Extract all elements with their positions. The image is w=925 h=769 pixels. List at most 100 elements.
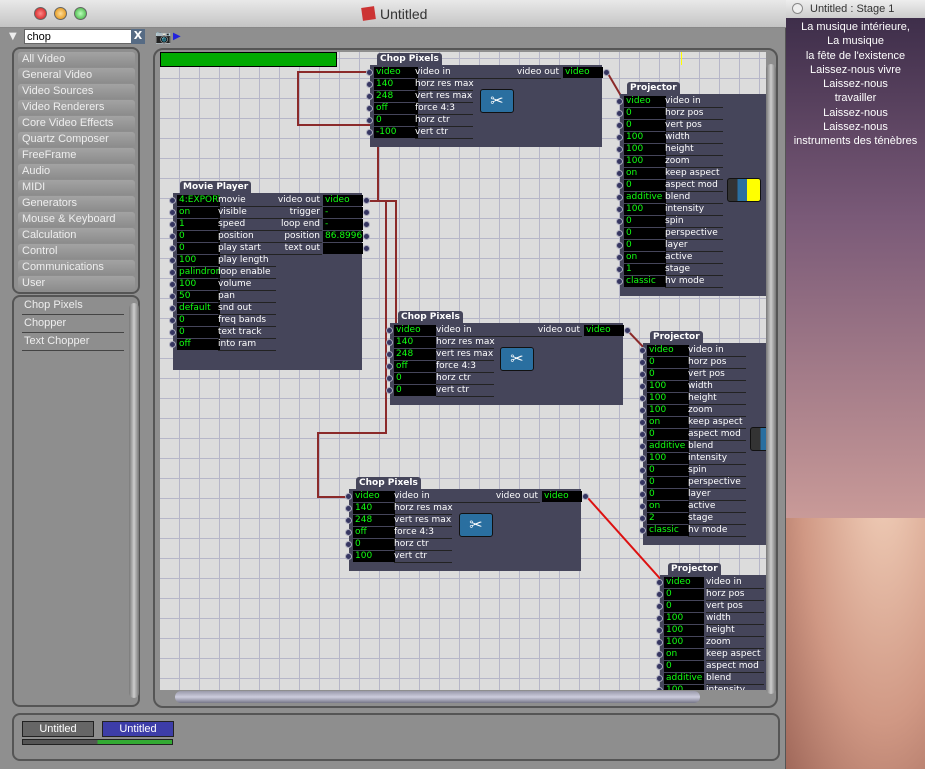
input-value[interactable]: 0 bbox=[664, 601, 704, 612]
output-port[interactable] bbox=[603, 69, 610, 76]
input-port[interactable] bbox=[639, 503, 646, 510]
input-port[interactable] bbox=[616, 194, 623, 201]
input-value[interactable]: 140 bbox=[394, 337, 436, 348]
output-port[interactable] bbox=[363, 221, 370, 228]
input-port[interactable] bbox=[386, 351, 393, 358]
input-port[interactable] bbox=[656, 579, 663, 586]
input-port[interactable] bbox=[616, 170, 623, 177]
category-item[interactable]: Quartz Composer bbox=[18, 132, 135, 147]
input-value[interactable]: video bbox=[664, 577, 704, 588]
input-value[interactable]: 100 bbox=[624, 132, 666, 143]
input-value[interactable]: 100 bbox=[624, 156, 666, 167]
play-arrow-icon[interactable]: ▶ bbox=[173, 31, 181, 42]
input-value[interactable]: 100 bbox=[664, 625, 704, 636]
input-port[interactable] bbox=[366, 105, 373, 112]
input-port[interactable] bbox=[386, 387, 393, 394]
horizontal-scrollbar[interactable] bbox=[175, 691, 700, 703]
scene-tab[interactable]: Untitled bbox=[22, 721, 94, 737]
input-port[interactable] bbox=[169, 257, 176, 264]
input-value[interactable]: additive bbox=[664, 673, 704, 684]
input-value[interactable]: off bbox=[374, 103, 418, 114]
category-item[interactable]: Control bbox=[18, 244, 135, 259]
input-value[interactable]: 100 bbox=[624, 144, 666, 155]
input-value[interactable]: 0 bbox=[624, 108, 666, 119]
minimize-button[interactable] bbox=[54, 7, 67, 20]
input-port[interactable] bbox=[656, 687, 663, 690]
result-item[interactable]: Chop Pixels bbox=[22, 299, 124, 315]
input-value[interactable]: 248 bbox=[394, 349, 436, 360]
input-value[interactable]: on bbox=[624, 168, 666, 179]
input-port[interactable] bbox=[616, 110, 623, 117]
input-value[interactable]: 100 bbox=[624, 204, 666, 215]
input-port[interactable] bbox=[656, 603, 663, 610]
input-port[interactable] bbox=[616, 278, 623, 285]
input-value[interactable]: 0 bbox=[624, 180, 666, 191]
input-value[interactable]: 0 bbox=[647, 357, 689, 368]
input-port[interactable] bbox=[366, 117, 373, 124]
input-port[interactable] bbox=[169, 317, 176, 324]
stage-close-button[interactable] bbox=[792, 3, 803, 14]
input-value[interactable]: 50 bbox=[177, 291, 220, 302]
input-port[interactable] bbox=[639, 431, 646, 438]
input-value[interactable]: 248 bbox=[353, 515, 395, 526]
output-port[interactable] bbox=[363, 209, 370, 216]
patch-cable[interactable] bbox=[367, 200, 397, 331]
input-value[interactable]: 1 bbox=[177, 219, 220, 230]
input-value[interactable]: 100 bbox=[647, 453, 689, 464]
input-port[interactable] bbox=[169, 197, 176, 204]
input-port[interactable] bbox=[345, 493, 352, 500]
input-port[interactable] bbox=[616, 98, 623, 105]
input-port[interactable] bbox=[639, 383, 646, 390]
category-item[interactable]: Calculation bbox=[18, 228, 135, 243]
input-port[interactable] bbox=[169, 245, 176, 252]
input-port[interactable] bbox=[345, 553, 352, 560]
input-value[interactable]: 100 bbox=[353, 551, 395, 562]
input-value[interactable]: default bbox=[177, 303, 220, 314]
input-port[interactable] bbox=[345, 517, 352, 524]
input-port[interactable] bbox=[656, 663, 663, 670]
input-value[interactable]: on bbox=[664, 649, 704, 660]
input-port[interactable] bbox=[386, 363, 393, 370]
input-value[interactable]: 0 bbox=[177, 243, 220, 254]
input-value[interactable]: 100 bbox=[177, 255, 220, 266]
zoom-button[interactable] bbox=[74, 7, 87, 20]
category-item[interactable]: Video Renderers bbox=[18, 100, 135, 115]
input-value[interactable]: 0 bbox=[647, 465, 689, 476]
disclosure-triangle-icon[interactable]: ▼ bbox=[9, 31, 17, 42]
input-value[interactable]: 0 bbox=[177, 315, 220, 326]
input-port[interactable] bbox=[656, 639, 663, 646]
category-item[interactable]: User bbox=[18, 276, 135, 291]
input-port[interactable] bbox=[639, 491, 646, 498]
input-value[interactable]: 0 bbox=[353, 539, 395, 550]
search-input[interactable] bbox=[24, 29, 132, 44]
input-value[interactable]: 140 bbox=[374, 79, 418, 90]
scene-tab[interactable]: Untitled bbox=[102, 721, 174, 737]
input-value[interactable]: 0 bbox=[394, 373, 436, 384]
input-value[interactable]: video bbox=[353, 491, 395, 502]
input-value[interactable]: additive bbox=[624, 192, 666, 203]
input-port[interactable] bbox=[639, 455, 646, 462]
patch-cable[interactable] bbox=[297, 71, 379, 202]
input-value[interactable]: 100 bbox=[664, 637, 704, 648]
input-value[interactable]: 0 bbox=[664, 589, 704, 600]
category-item[interactable]: MIDI bbox=[18, 180, 135, 195]
input-value[interactable]: 100 bbox=[664, 613, 704, 624]
input-value[interactable]: 0 bbox=[624, 240, 666, 251]
input-port[interactable] bbox=[169, 305, 176, 312]
input-port[interactable] bbox=[169, 329, 176, 336]
input-value[interactable]: video bbox=[647, 345, 689, 356]
input-port[interactable] bbox=[366, 69, 373, 76]
input-port[interactable] bbox=[656, 675, 663, 682]
input-port[interactable] bbox=[169, 293, 176, 300]
input-value[interactable]: 100 bbox=[664, 685, 704, 690]
input-port[interactable] bbox=[616, 218, 623, 225]
input-value[interactable]: 0 bbox=[177, 231, 220, 242]
result-item[interactable]: Text Chopper bbox=[22, 335, 124, 351]
input-port[interactable] bbox=[616, 158, 623, 165]
category-item[interactable]: Communications bbox=[18, 260, 135, 275]
input-port[interactable] bbox=[616, 122, 623, 129]
input-value[interactable]: off bbox=[177, 339, 220, 350]
input-value[interactable]: video bbox=[624, 96, 666, 107]
input-value[interactable]: 100 bbox=[177, 279, 220, 290]
input-port[interactable] bbox=[639, 359, 646, 366]
